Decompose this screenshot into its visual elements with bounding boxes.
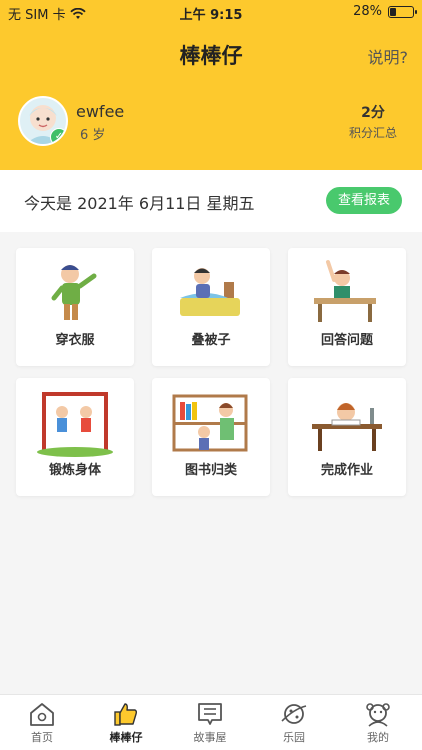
exercise-icon (37, 392, 113, 457)
task-label: 叠被子 (191, 333, 231, 348)
task-card-exercise[interactable]: 锻炼身体 (16, 378, 134, 496)
today-date: 今天是 2021年 6月11日 星期五 (24, 194, 255, 213)
answer-question-icon (314, 260, 376, 322)
task-card-answer-question[interactable]: 回答问题 (288, 248, 406, 366)
header: 无 SIM 卡 上午 9:15 28% 棒棒仔 说明? ✓ ewfee 6 岁 … (0, 0, 422, 170)
task-card-homework[interactable]: 完成作业 (288, 378, 406, 496)
tab-home[interactable]: 首页 (0, 701, 84, 745)
task-label: 锻炼身体 (48, 463, 101, 478)
homework-icon (312, 403, 382, 451)
status-bar: 无 SIM 卡 上午 9:15 28% (0, 0, 422, 24)
child-name: ewfee (76, 102, 125, 121)
home-icon (30, 703, 54, 726)
avatar[interactable]: ✓ (18, 96, 68, 146)
planet-icon (281, 704, 307, 724)
points-value[interactable]: 2分 (338, 102, 408, 122)
tab-bangbangzai[interactable]: 棒棒仔 (84, 701, 168, 745)
page-title: 棒棒仔 (179, 44, 243, 68)
task-card-dressing[interactable]: 穿衣服 (16, 248, 134, 366)
thumbs-up-icon (114, 703, 138, 726)
fold-quilt-icon (180, 268, 240, 316)
tab-label: 故事屋 (193, 731, 227, 744)
sort-books-icon (172, 394, 248, 452)
points-label[interactable]: 积分汇总 (338, 124, 408, 141)
battery-icon (388, 5, 417, 18)
dressing-icon (51, 265, 97, 320)
tab-label: 首页 (31, 731, 53, 744)
child-age: 6 岁 (80, 128, 106, 143)
task-card-sort-books[interactable]: 图书归类 (152, 378, 270, 496)
verified-check-icon: ✓ (50, 128, 66, 144)
view-report-button[interactable]: 查看报表 (326, 187, 402, 214)
battery-percent: 28% (353, 4, 382, 19)
tab-story[interactable]: 故事屋 (168, 701, 252, 745)
story-icon (198, 703, 222, 725)
help-button[interactable]: 说明? (368, 44, 409, 68)
title-bar: 棒棒仔 说明? (0, 34, 422, 74)
tab-mine[interactable]: 我的 (336, 701, 420, 745)
task-label: 回答问题 (320, 333, 373, 348)
profile-icon (366, 703, 390, 727)
task-label: 图书归类 (184, 463, 237, 478)
tab-label: 棒棒仔 (109, 731, 143, 744)
tab-label: 乐园 (283, 731, 305, 744)
date-bar: 今天是 2021年 6月11日 星期五 查看报表 (0, 170, 422, 232)
task-card-fold-quilt[interactable]: 叠被子 (152, 248, 270, 366)
tab-playground[interactable]: 乐园 (252, 701, 336, 745)
profile-section[interactable]: ✓ ewfee 6 岁 2分 积分汇总 (18, 96, 408, 150)
task-label: 穿衣服 (55, 333, 95, 348)
tab-bar: 首页 棒棒仔 故事屋 乐园 我的 (0, 694, 422, 750)
task-label: 完成作业 (320, 463, 373, 478)
tab-label: 我的 (367, 731, 389, 744)
